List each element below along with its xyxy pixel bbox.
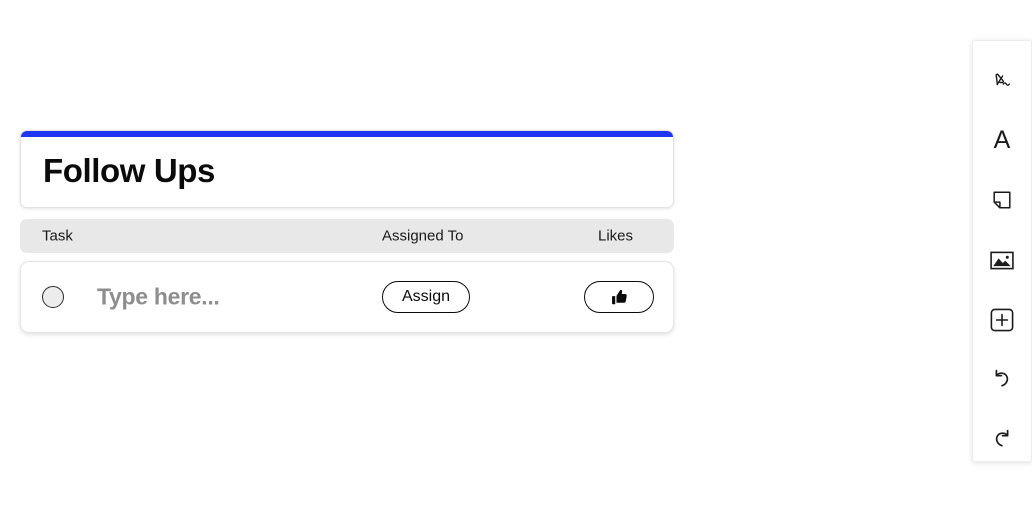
thumbs-up-icon (610, 288, 629, 307)
add-icon (990, 308, 1014, 332)
column-header-likes: Likes (598, 227, 634, 245)
column-header-assigned-to: Assigned To (382, 227, 464, 245)
draw-tool-button[interactable] (980, 59, 1024, 103)
page-title: Follow Ups (43, 151, 215, 189)
accent-bar (21, 131, 673, 137)
task-complete-checkbox[interactable] (42, 286, 64, 308)
task-input[interactable] (97, 283, 367, 311)
follow-ups-widget: Follow Ups Task Assigned To Likes Assign (20, 130, 674, 333)
table-row: Assign (20, 261, 674, 333)
text-icon: A (993, 126, 1011, 155)
image-icon (990, 250, 1014, 271)
text-tool-button[interactable]: A (980, 119, 1024, 163)
draw-icon (988, 67, 1016, 95)
note-tool-button[interactable] (980, 178, 1024, 222)
undo-icon (989, 366, 1015, 392)
image-tool-button[interactable] (980, 238, 1024, 282)
table-column-header: Task Assigned To Likes (20, 219, 674, 253)
like-button[interactable] (584, 281, 654, 313)
assign-button[interactable]: Assign (382, 281, 471, 313)
redo-icon (989, 426, 1015, 452)
add-tool-button[interactable] (980, 298, 1024, 342)
redo-button[interactable] (980, 417, 1024, 461)
column-header-task: Task (42, 227, 73, 245)
note-icon (991, 189, 1013, 211)
editor-toolbar: A (972, 40, 1032, 462)
undo-button[interactable] (980, 358, 1024, 402)
widget-title-card: Follow Ups (20, 130, 674, 208)
